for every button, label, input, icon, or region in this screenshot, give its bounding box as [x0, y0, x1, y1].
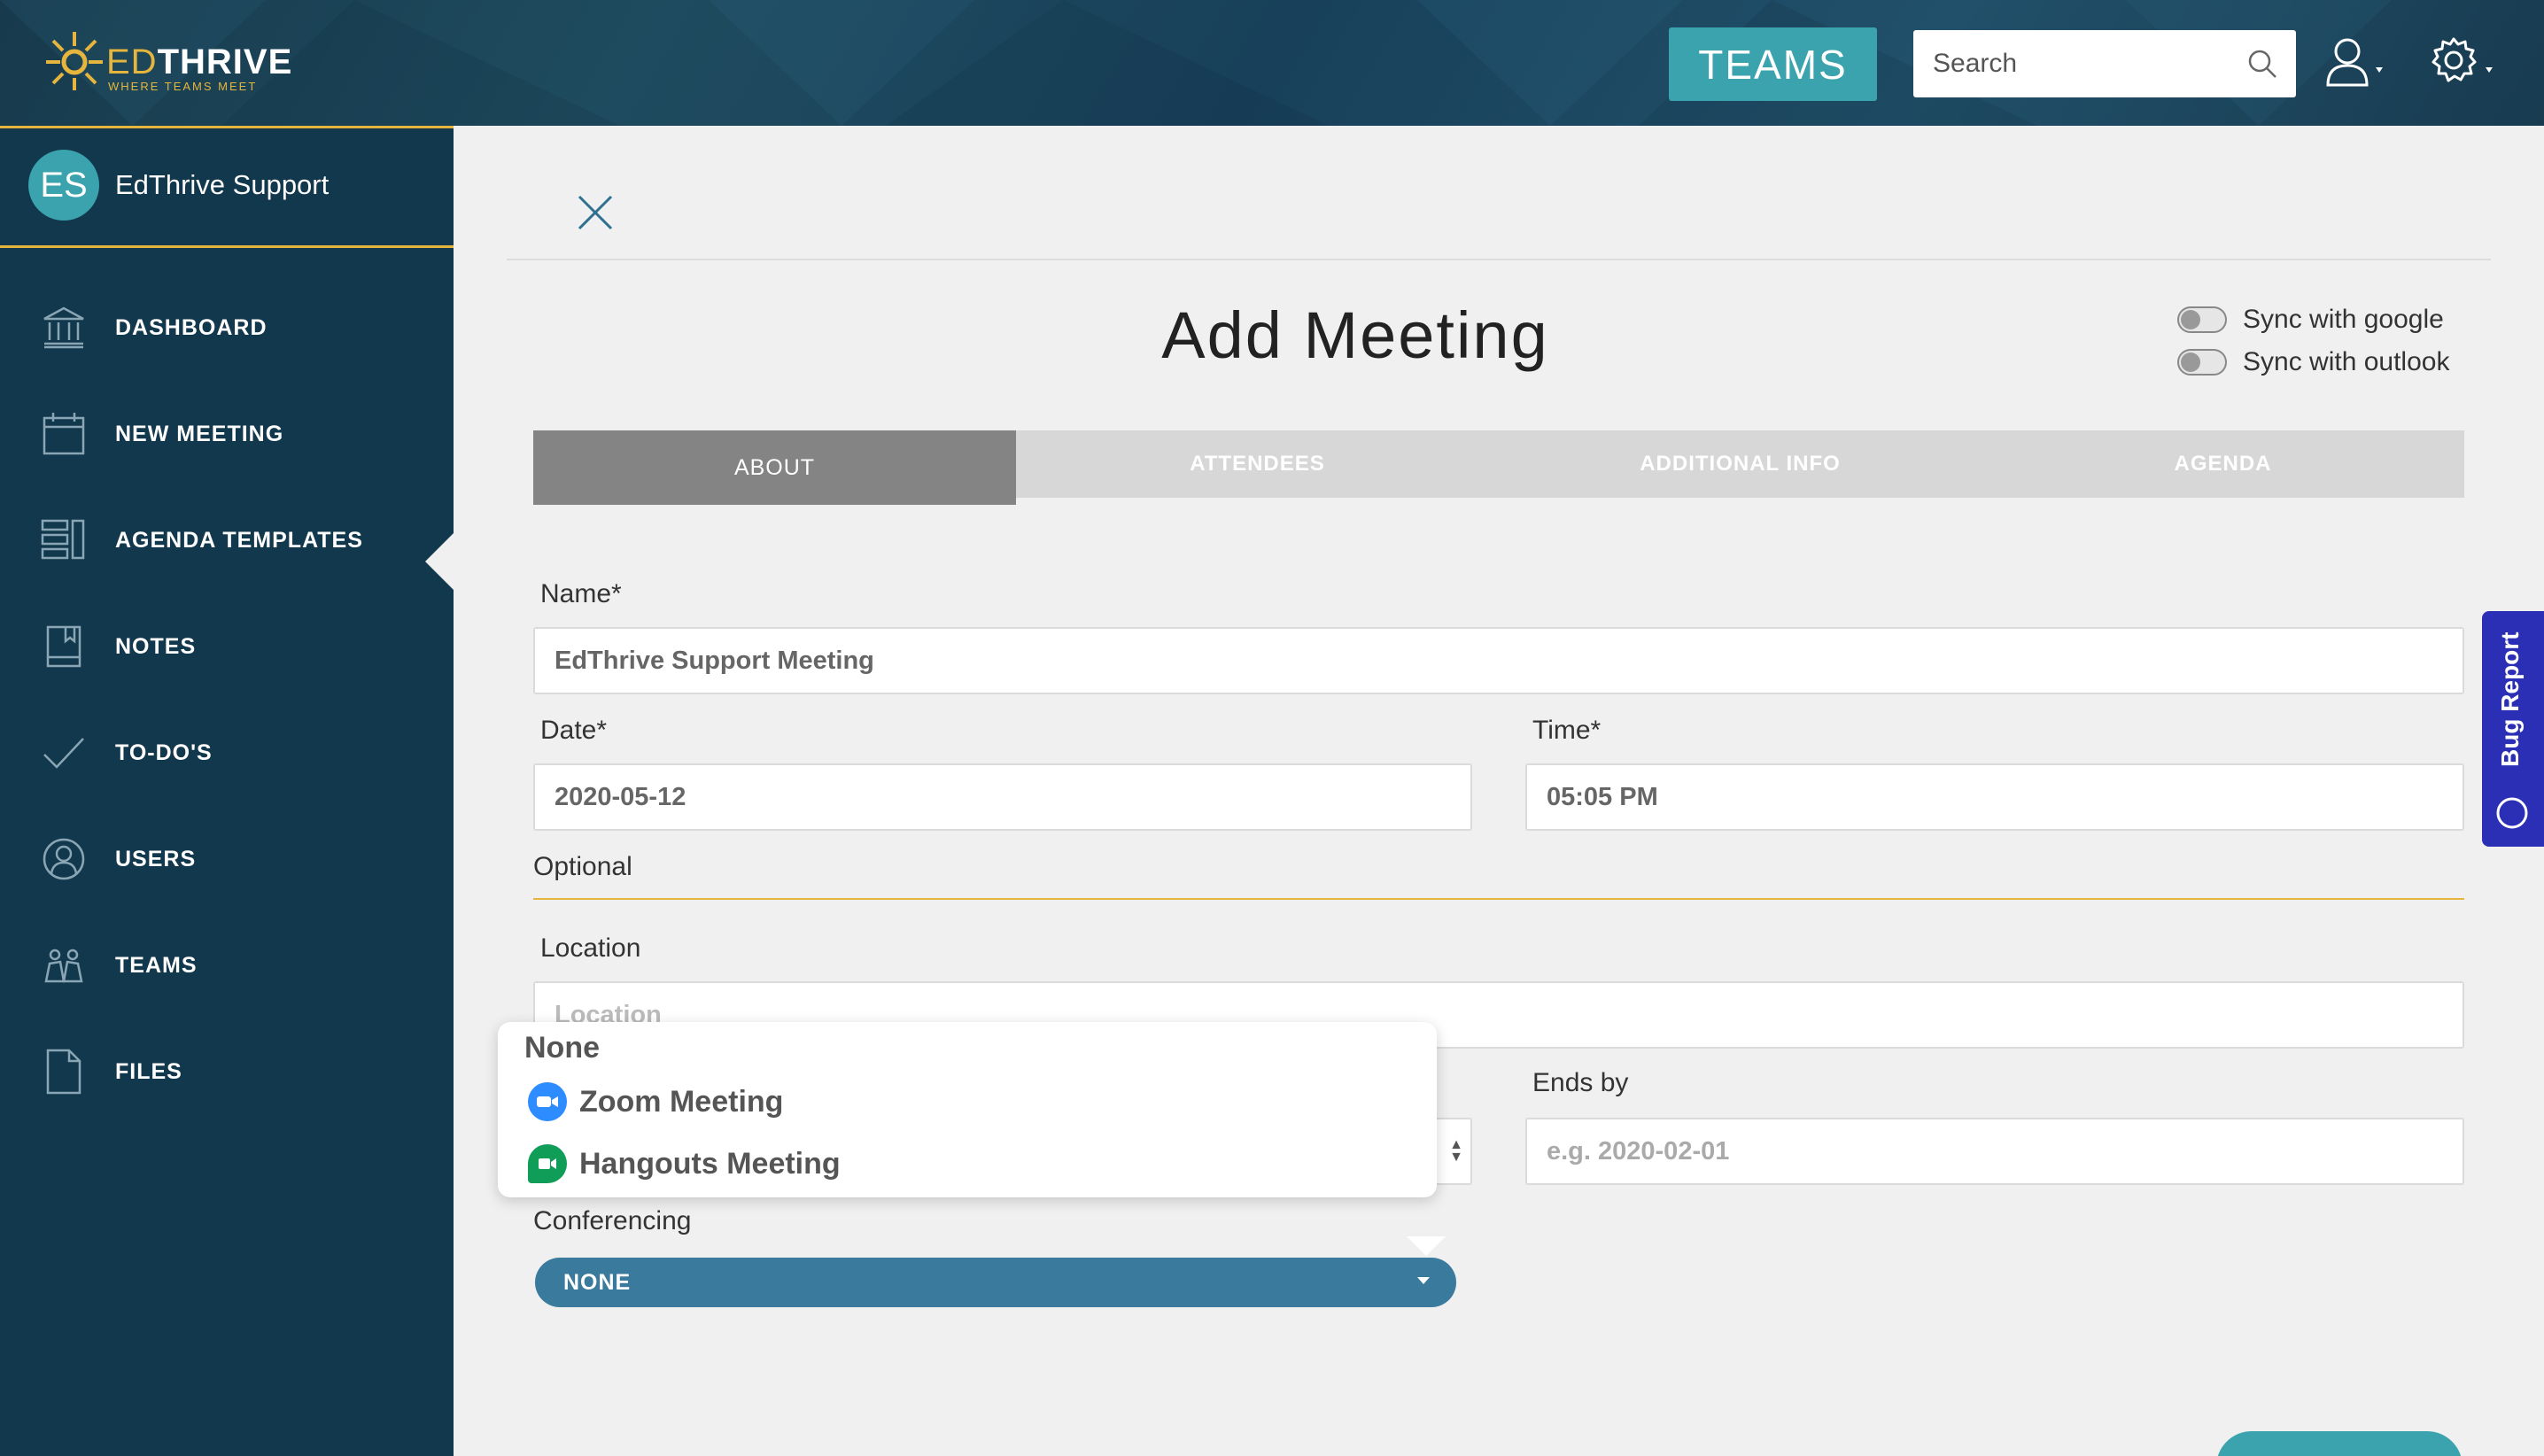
name-field[interactable]: EdThrive Support Meeting [533, 627, 2464, 694]
search-box[interactable] [1913, 30, 2296, 97]
save-button[interactable] [2216, 1431, 2463, 1456]
bug-report-icon [2496, 797, 2528, 829]
top-bar: EDTHRIVE WHERE TEAMS MEET TEAMS [0, 0, 2544, 126]
edthrive-logo[interactable]: EDTHRIVE WHERE TEAMS MEET [44, 25, 291, 96]
sidebar-item-label: AGENDA TEMPLATES [115, 527, 363, 553]
option-label: Hangouts Meeting [579, 1146, 841, 1181]
sync-google-toggle[interactable] [2177, 306, 2227, 333]
active-indicator [425, 533, 454, 590]
sidebar-item-users[interactable]: USERS [0, 815, 454, 903]
page-title: Add Meeting [1161, 298, 1549, 372]
agenda-icon [41, 519, 85, 560]
search-icon[interactable] [2246, 48, 2278, 80]
location-label: Location [540, 933, 641, 963]
date-field[interactable]: 2020-05-12 [533, 763, 1472, 831]
date-label: Date* [540, 716, 608, 745]
file-icon [46, 1049, 81, 1095]
bug-report-tab[interactable]: Bug Report [2482, 611, 2544, 847]
sync-outlook-toggle[interactable] [2177, 349, 2227, 376]
sync-google-label: Sync with google [2243, 305, 2444, 334]
optional-divider [533, 898, 2464, 900]
option-label: Zoom Meeting [579, 1084, 784, 1119]
sidebar: ES EdThrive Support DASHBOARD NEW MEETIN… [0, 126, 454, 1456]
sidebar-item-label: USERS [115, 846, 197, 871]
chevron-down-icon [1417, 1277, 1430, 1284]
tab-agenda[interactable]: AGENDA [1982, 430, 2464, 498]
dropdown-option-hangouts[interactable]: Hangouts Meeting [528, 1144, 841, 1183]
avatar[interactable]: ES [28, 150, 99, 221]
conferencing-dropdown: None Zoom Meeting Hangouts Meeting [498, 1022, 1437, 1197]
sidebar-item-todos[interactable]: TO-DO'S [0, 709, 454, 797]
sidebar-item-label: TEAMS [115, 952, 198, 978]
logo-tagline: WHERE TEAMS MEET [108, 80, 258, 93]
sidebar-item-label: TO-DO'S [115, 740, 213, 765]
dropdown-pointer [1407, 1236, 1446, 1256]
sidebar-item-agenda-templates[interactable]: AGENDA TEMPLATES [0, 496, 454, 585]
tab-about[interactable]: ABOUT [533, 430, 1016, 505]
sync-outlook[interactable]: Sync with outlook [2177, 347, 2449, 377]
select-arrows-icon: ▲ ▼ [1449, 1137, 1463, 1165]
teams-icon [44, 949, 83, 983]
ends-by-label: Ends by [1532, 1068, 1629, 1097]
sidebar-item-teams[interactable]: TEAMS [0, 921, 454, 1010]
notebook-icon [46, 625, 81, 668]
bank-icon [43, 306, 84, 349]
conferencing-label: Conferencing [533, 1206, 692, 1235]
calendar-icon [43, 413, 85, 455]
optional-label: Optional [533, 852, 632, 881]
settings-gear-icon[interactable] [2431, 37, 2498, 90]
sidebar-item-label: FILES [115, 1058, 182, 1084]
ends-by-input[interactable]: e.g. 2020-02-01 [1525, 1118, 2464, 1185]
sidebar-item-dashboard[interactable]: DASHBOARD [0, 283, 454, 372]
hangouts-icon [528, 1144, 567, 1183]
teams-button[interactable]: TEAMS [1669, 27, 1877, 101]
sidebar-item-label: DASHBOARD [115, 314, 268, 340]
sidebar-item-new-meeting[interactable]: NEW MEETING [0, 390, 454, 478]
sync-google[interactable]: Sync with google [2177, 305, 2444, 335]
tab-attendees[interactable]: ATTENDEES [1016, 430, 1499, 498]
close-icon[interactable] [574, 191, 617, 234]
name-label: Name* [540, 579, 622, 608]
conferencing-select[interactable]: NONE [535, 1258, 1456, 1307]
logo-wordmark: EDTHRIVE [106, 43, 293, 81]
sun-logo-icon [46, 32, 103, 90]
option-label: None [524, 1031, 600, 1065]
dropdown-option-none[interactable]: None [524, 1031, 600, 1065]
search-input[interactable] [1933, 49, 2252, 79]
header-divider [507, 259, 2491, 260]
sidebar-item-notes[interactable]: NOTES [0, 602, 454, 691]
time-field[interactable]: 05:05 PM [1525, 763, 2464, 831]
bug-report-label: Bug Report [2496, 631, 2524, 767]
sidebar-profile[interactable]: ES EdThrive Support [0, 126, 454, 248]
sync-outlook-label: Sync with outlook [2243, 347, 2450, 376]
sidebar-item-label: NEW MEETING [115, 421, 284, 446]
sidebar-item-label: NOTES [115, 633, 197, 659]
sidebar-item-files[interactable]: FILES [0, 1027, 454, 1116]
user-circle-icon [43, 838, 85, 880]
check-icon [43, 738, 84, 769]
profile-name: EdThrive Support [115, 169, 330, 200]
tab-additional-info[interactable]: ADDITIONAL INFO [1499, 430, 1982, 498]
zoom-icon [528, 1082, 567, 1121]
conferencing-value: NONE [563, 1269, 632, 1295]
time-label: Time* [1532, 716, 1602, 745]
meeting-tabs: ABOUT ATTENDEES ADDITIONAL INFO AGENDA [533, 430, 2464, 505]
dropdown-option-zoom[interactable]: Zoom Meeting [528, 1082, 783, 1121]
user-menu-icon[interactable] [2324, 37, 2386, 90]
